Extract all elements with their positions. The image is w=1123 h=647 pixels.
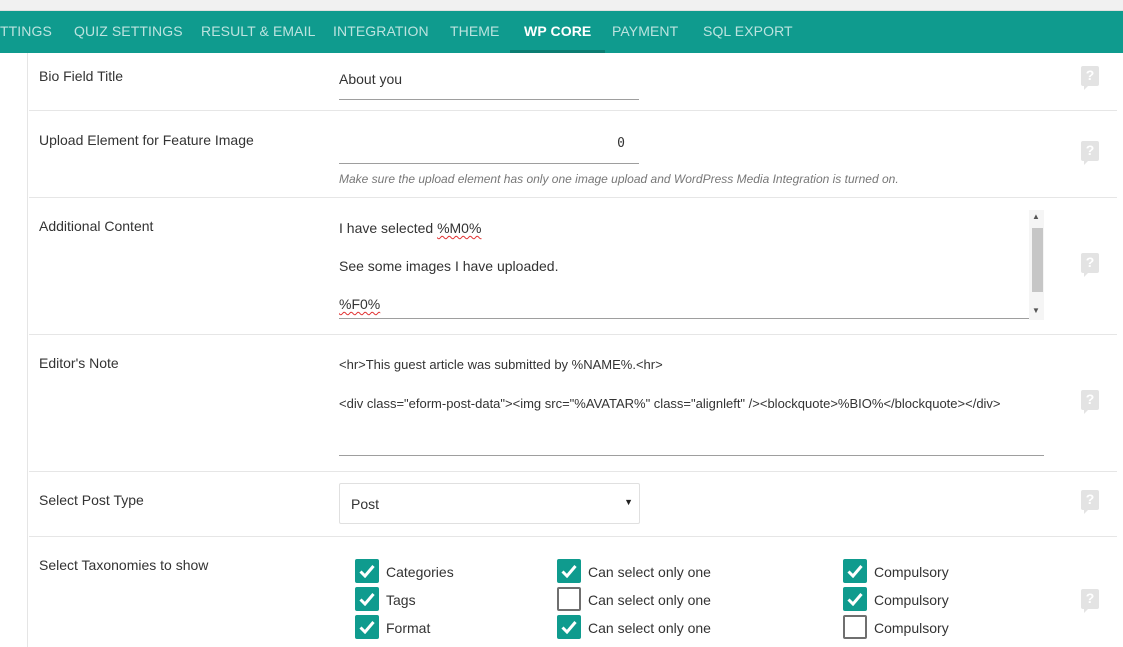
post-type-select[interactable]: Post ▼ [339,483,640,524]
checkbox-categories-compulsory[interactable] [843,559,867,583]
upload-element-number-input[interactable]: 0 [339,131,639,164]
editors-note-row: Editor's Note <hr>This guest article was… [29,335,1117,472]
tab-theme[interactable]: THEME [450,11,500,53]
select-taxonomies-label: Select Taxonomies to show [39,557,209,573]
help-icon[interactable]: ? [1081,589,1099,613]
select-post-type-row: Select Post Type Post ▼ ? [29,472,1117,537]
upload-element-value: 0 [617,136,625,151]
settings-tab-bar: TTINGS QUIZ SETTINGS RESULT & EMAIL INTE… [0,11,1123,53]
additional-content-label: Additional Content [39,218,154,234]
upload-feature-image-row: Upload Element for Feature Image 0 Make … [29,111,1117,198]
checkbox-format-single[interactable] [557,615,581,639]
additional-content-line-3: %F0% [339,296,381,312]
checkbox-taxonomy-tags[interactable] [355,587,379,611]
single-select-label: Can select only one [588,592,711,608]
compulsory-label: Compulsory [874,564,949,580]
compulsory-label: Compulsory [874,620,949,636]
additional-content-row: Additional Content I have selected %M0% … [29,198,1117,335]
tab-integration[interactable]: INTEGRATION [333,11,429,53]
taxonomy-label-categories: Categories [386,564,454,580]
chevron-down-icon: ▼ [624,497,633,507]
checkbox-categories-single[interactable] [557,559,581,583]
single-select-label: Can select only one [588,620,711,636]
additional-content-line-2: See some images I have uploaded. [339,258,559,274]
additional-content-line-1: I have selected %M0% [339,220,482,236]
checkbox-tags-compulsory[interactable] [843,587,867,611]
bio-field-title-value: About you [339,71,403,87]
tab-quiz-settings[interactable]: QUIZ SETTINGS [74,11,183,53]
wp-core-settings-panel: Bio Field Title About you ? Upload Eleme… [0,53,1123,647]
editors-note-line-2: <div class="eform-post-data"><img src="%… [339,396,1001,411]
checkbox-taxonomy-format[interactable] [355,615,379,639]
select-post-type-label: Select Post Type [39,492,144,508]
bio-field-title-row: Bio Field Title About you ? [29,53,1117,111]
scrollbar-thumb[interactable] [1032,228,1043,292]
help-icon[interactable]: ? [1081,253,1099,277]
taxonomy-label-format: Format [386,620,431,636]
bio-field-title-label: Bio Field Title [39,68,124,84]
select-taxonomies-row: Select Taxonomies to show Categories Can… [29,537,1117,647]
tab-sql-export[interactable]: SQL EXPORT [703,11,793,53]
compulsory-label: Compulsory [874,592,949,608]
checkbox-tags-single[interactable] [557,587,581,611]
scroll-down-arrow-icon[interactable]: ▼ [1032,306,1040,315]
additional-content-textarea[interactable]: I have selected %M0% See some images I h… [339,210,1044,320]
editors-note-label: Editor's Note [39,355,119,371]
textarea-scrollbar[interactable]: ▲ ▼ [1029,210,1044,320]
checkbox-format-compulsory[interactable] [843,615,867,639]
left-gutter [0,53,28,647]
taxonomy-label-tags: Tags [386,592,416,608]
help-icon[interactable]: ? [1081,66,1099,90]
tab-result-email[interactable]: RESULT & EMAIL [201,11,315,53]
help-icon[interactable]: ? [1081,490,1099,514]
post-type-selected-value: Post [351,496,380,512]
help-icon[interactable]: ? [1081,390,1099,414]
upload-feature-image-label: Upload Element for Feature Image [39,132,254,148]
editors-note-line-1: <hr>This guest article was submitted by … [339,357,663,372]
tab-form-settings[interactable]: TTINGS [0,11,52,53]
single-select-label: Can select only one [588,564,711,580]
help-icon[interactable]: ? [1081,141,1099,165]
tab-wp-core[interactable]: WP CORE [509,11,606,53]
tab-payment[interactable]: PAYMENT [612,11,678,53]
scroll-up-arrow-icon[interactable]: ▲ [1032,212,1040,221]
browser-top-strip [0,0,1123,11]
checkbox-taxonomy-categories[interactable] [355,559,379,583]
editors-note-textarea[interactable]: <hr>This guest article was submitted by … [339,347,1044,456]
upload-element-hint: Make sure the upload element has only on… [339,172,899,186]
bio-field-title-input[interactable]: About you [339,70,639,100]
